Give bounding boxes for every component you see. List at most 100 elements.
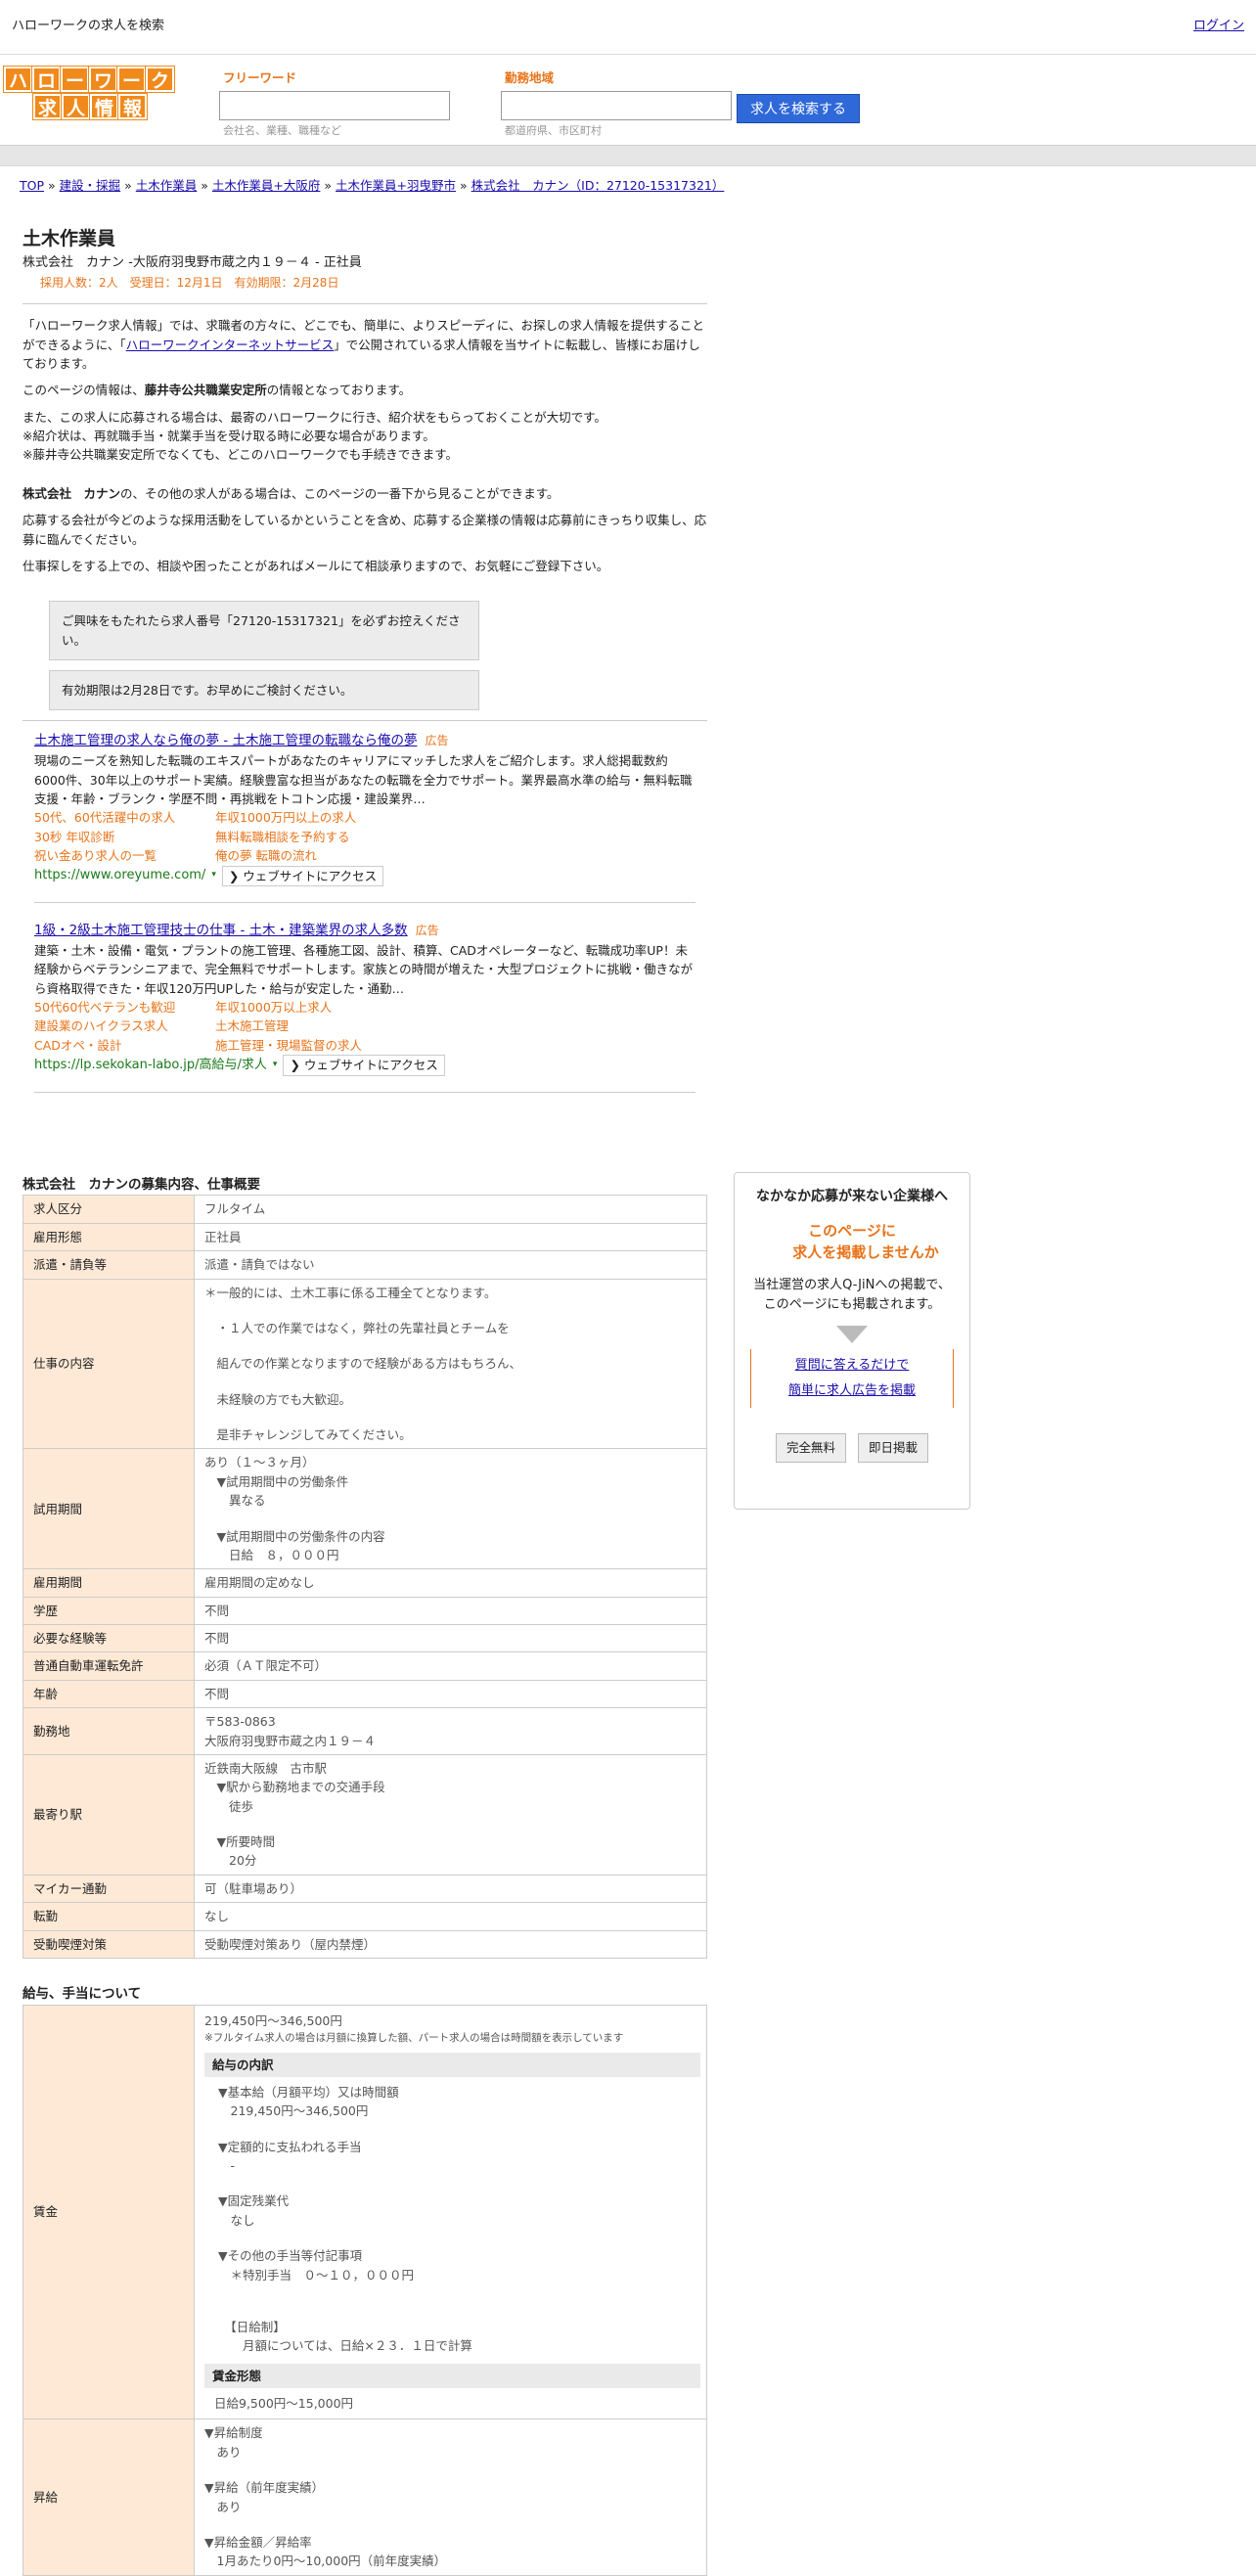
row-key: 試用期間 [22,1448,195,1570]
row-key: 必要な経験等 [22,1624,195,1653]
job-number-notice: ご興味をもたれたら求人番号「27120-15317321」を必ずお控えください。 [49,601,479,661]
row-value: なし [194,1902,707,1931]
row-key: 雇用期間 [22,1568,195,1598]
row-value: 近鉄南大阪線 古市駅 ▼駅から勤務地までの交通手段 徒歩 ▼所要時間 20分 [194,1753,707,1876]
ad-sitelink[interactable]: 施工管理・現場監督の求人 [215,1036,460,1055]
promo-body: 当社運営の求人Q-JiNへの掲載で、 このページにも掲載されます。 [753,1277,951,1313]
ad-sitelink[interactable]: 俺の夢 転職の流れ [215,846,460,865]
raise-line: あり [204,2499,242,2514]
promo-badges: 完全無料 即日掲載 [735,1433,969,1463]
row-value: ＊一般的には、土木工事に係る工種全てとなります。 ・１人での作業ではなく，弊社の… [194,1278,707,1450]
ad-sitelink[interactable]: CADオペ・設計 [34,1036,215,1055]
breakdown-line: なし [218,2212,255,2228]
freeword-label: フリーワード [223,70,297,85]
breakdown-line: ▼定額的に支払われる手当 [218,2139,362,2154]
table-row: 雇用形態 正社員 [22,1222,707,1252]
overview-table: 求人区分 フルタイム 雇用形態 正社員 派遣・請負等 派遣・請負ではない 仕事の… [22,1195,707,1959]
ad-sitelink[interactable]: 建設業のハイクラス求人 [34,1017,215,1035]
header-divider [0,145,1256,166]
login-link[interactable]: ログイン [1193,17,1244,36]
ad-description: 建築・土木・設備・電気・プラントの施工管理、各種施工図、設計、積算、CADオペレ… [34,942,694,996]
search-button[interactable]: 求人を検索する [737,94,860,123]
breadcrumb-link[interactable]: TOP [20,178,44,193]
source-office-text: このページの情報は、藤井寺公共職業安定所の情報となっております。 [22,383,412,398]
visit-site-button[interactable]: ❯ ウェブサイトにアクセス [283,1055,445,1076]
row-value: あり（１～３ヶ月） ▼試用期間中の労働条件 異なる ▼試用期間中の労働条件の内容… [194,1448,707,1570]
logo-char: ー [116,66,147,93]
table-row: 派遣・請負等 派遣・請負ではない [22,1250,707,1280]
row-value: 可（駐車場あり） [194,1874,707,1904]
ad-sitelink[interactable]: 50代60代ベテランも歓迎 [34,998,215,1017]
search-header: ハローワーク 求人情報 フリーワード 会社名、業種、職種など 勤務地域 都道府県… [0,55,1256,145]
breadcrumb-link[interactable]: 建設・採掘 [60,178,121,193]
ad-url[interactable]: https://www.oreyume.com/ [34,866,205,885]
caret-down-icon[interactable]: ▾ [211,869,216,882]
overview-title: 株式会社 カナンの募集内容、仕事概要 [22,1176,260,1193]
breadcrumb-link[interactable]: 株式会社 カナン（ID：27120-15317321） [471,178,725,193]
free-badge: 完全無料 [775,1433,846,1463]
raise-line: ▼昇給（前年度実績） [204,2480,325,2496]
ad-sitelinks: 50代、60代活躍中の求人 年収1000万円以上の求人 30秒 年収診断 無料転職相談… [34,808,695,865]
page-title: 土木作業員 [22,228,116,249]
sponsored-ad: 土木施工管理の求人なら俺の夢 - 土木施工管理の転職なら俺の夢 広告 現場のニーズ… [34,731,695,903]
table-row: 学歴 不問 [22,1596,707,1626]
ad-label: 広告 [415,923,439,937]
table-row: 試用期間 あり（１～３ヶ月） ▼試用期間中の労働条件 異なる ▼試用期間中の労働… [22,1448,707,1570]
ad-sitelink[interactable]: 祝い金あり求人の一覧 [34,846,215,865]
salary-table: 賃金 219,450円〜346,500円 ※フルタイム求人の場合は月額に換算した… [22,2004,707,2576]
ad-sitelink[interactable]: 土木施工管理 [215,1017,460,1035]
divider [22,720,707,722]
site-title: ハローワークの求人を検索 [12,19,165,34]
logo-char: ク [145,66,175,93]
row-key: 派遣・請負等 [22,1250,195,1280]
breakdown-line: 月額については、日給×２３．１日で計算 [218,2338,472,2354]
logo-char: 求 [32,93,63,120]
row-value: 雇用期間の定めなし [194,1568,707,1598]
divider [34,901,695,903]
logo-char: 情 [89,93,119,120]
ad-label: 広告 [425,734,449,748]
row-key: 転勤 [22,1902,195,1931]
hellowork-service-link[interactable]: ハローワークインターネットサービス [126,338,335,352]
ad-title-link[interactable]: 1級・2級土木施工管理技士の仕事 - 土木・建築業界の求人多数 [34,923,408,938]
breadcrumb-separator: » [324,178,333,193]
row-value: 派遣・請負ではない [194,1250,707,1280]
wage-key: 賃金 [22,2004,195,2420]
table-row: 賃金 219,450円〜346,500円 ※フルタイム求人の場合は月額に換算した… [22,2004,707,2420]
breadcrumb-link[interactable]: 土木作業員+羽曳野市 [336,178,456,193]
row-key: 求人区分 [22,1195,195,1224]
sponsored-ad: 1級・2級土木施工管理技士の仕事 - 土木・建築業界の求人多数 広告 建築・土木・… [34,921,695,1093]
table-row: 雇用期間 雇用期間の定めなし [22,1568,707,1598]
row-key: 仕事の内容 [22,1278,195,1450]
ad-sitelink[interactable]: 年収1000万以上求人 [215,998,460,1017]
logo-char: ハ [3,66,33,93]
breadcrumb-link[interactable]: 土木作業員 [136,178,198,193]
breadcrumb-link[interactable]: 土木作業員+大阪府 [212,178,320,193]
ad-sitelink[interactable]: 無料転職相談を予約する [215,828,460,846]
freeword-input[interactable] [219,91,450,121]
raise-line: ▼昇給金額／昇給率 [204,2534,312,2550]
ad-sitelink[interactable]: 50代、60代活躍中の求人 [34,808,215,827]
intro-paragraph: 「ハローワーク求人情報」では、求職者の方々に、どこでも、簡単に、よりスピーディに… [22,318,705,371]
breakdown-line: ▼その他の手当等付記事項 [218,2248,363,2264]
area-input[interactable] [501,91,732,121]
top-bar: ハローワークの求人を検索 ログイン [0,0,1256,55]
divider [22,303,707,305]
breadcrumb-separator: » [124,178,132,193]
other-jobs-note: 株式会社 カナンの、その他の求人がある場合は、このページの一番下から見ることがで… [22,485,560,501]
site-logo[interactable]: ハローワーク 求人情報 [3,66,176,121]
ad-sitelink[interactable]: 30秒 年収診断 [34,828,215,846]
promo-link-post[interactable]: 簡単に求人広告を掲載 [751,1378,953,1404]
ad-sitelink[interactable]: 年収1000万円以上の求人 [215,808,460,827]
area-label: 勤務地域 [505,70,555,85]
consult-note: 仕事探しをする上での、相談や困ったことがあればメールにて相談承りますので、お気軽… [22,558,609,573]
promo-link-answer[interactable]: 質問に答えるだけで [751,1353,953,1378]
ad-title-link[interactable]: 土木施工管理の求人なら俺の夢 - 土木施工管理の転職なら俺の夢 [34,733,417,748]
caret-down-icon[interactable]: ▾ [273,1059,278,1072]
ad-url[interactable]: https://lp.sekokan-labo.jp/高給与/求人 [34,1056,267,1075]
breakdown-line: 【日給制】 [218,2319,286,2334]
visit-site-button[interactable]: ❯ ウェブサイトにアクセス [221,865,384,886]
job-meta: 採用人数：2人 受理日：12月1日 有効期限：2月28日 [40,275,339,290]
breadcrumb-separator: » [48,178,56,193]
freeword-hint: 会社名、業種、職種など [223,124,341,138]
